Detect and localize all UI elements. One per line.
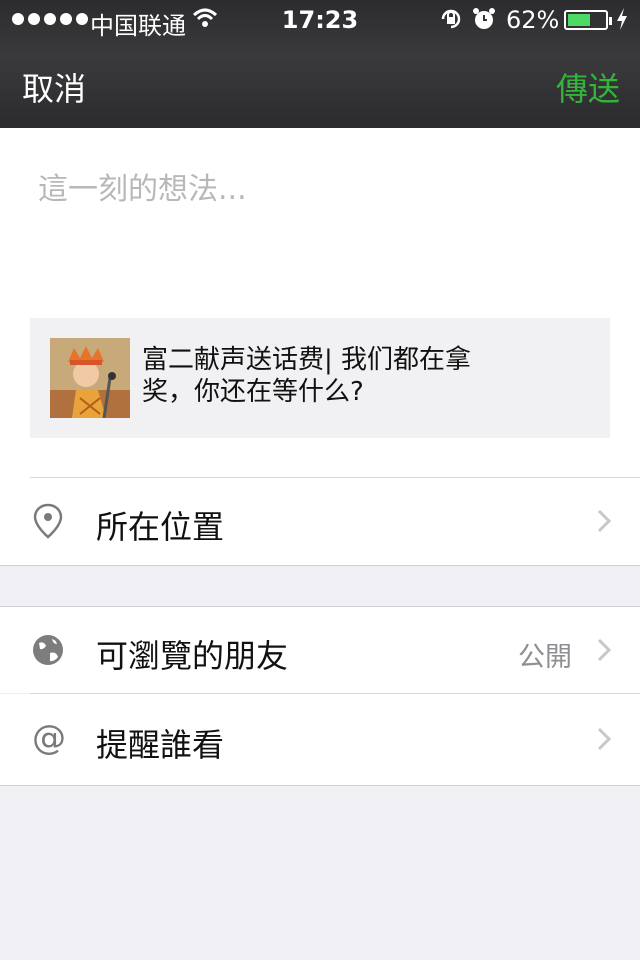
section-border: [0, 785, 640, 786]
at-sign-icon: @: [30, 718, 66, 758]
divider: [30, 693, 640, 694]
visibility-row[interactable]: 可瀏覽的朋友 公開: [0, 607, 640, 693]
chevron-right-icon: [596, 508, 612, 534]
send-button[interactable]: 傳送: [556, 64, 620, 110]
section-border: [0, 565, 640, 566]
rotation-lock-icon: [438, 6, 464, 38]
globe-icon: [30, 631, 66, 669]
thought-input[interactable]: 這一刻的想法...: [38, 164, 247, 208]
charging-bolt-icon: [614, 6, 630, 38]
compose-area: 這一刻的想法... 富二献声送话费| 我们都在拿奖，你还在等什么? 所在位置: [0, 128, 640, 565]
visibility-label: 可瀏覽的朋友: [96, 637, 289, 675]
battery-percent: 62%: [506, 6, 560, 34]
location-pin-icon: [30, 502, 66, 540]
mention-row[interactable]: @ 提醒誰看: [0, 694, 640, 785]
nav-bar: 取消 傳送: [0, 40, 640, 128]
alarm-icon: [472, 6, 496, 38]
shared-link-title: 富二献声送话费| 我们都在拿奖，你还在等什么?: [142, 345, 472, 407]
battery-icon: [564, 10, 612, 30]
location-row[interactable]: 所在位置: [0, 478, 640, 564]
location-label: 所在位置: [96, 508, 225, 546]
status-bar: 中国联通 17:23 62%: [0, 0, 640, 40]
chevron-right-icon: [596, 726, 612, 752]
chevron-right-icon: [596, 637, 612, 663]
article-thumbnail: [50, 338, 130, 418]
svg-text:@: @: [32, 718, 66, 756]
shared-link-card[interactable]: 富二献声送话费| 我们都在拿奖，你还在等什么?: [30, 318, 610, 438]
cancel-button[interactable]: 取消: [22, 64, 86, 110]
top-bar: 中国联通 17:23 62% 取消 傳送: [0, 0, 640, 128]
mention-label: 提醒誰看: [96, 726, 225, 764]
visibility-value: 公開: [518, 642, 572, 673]
